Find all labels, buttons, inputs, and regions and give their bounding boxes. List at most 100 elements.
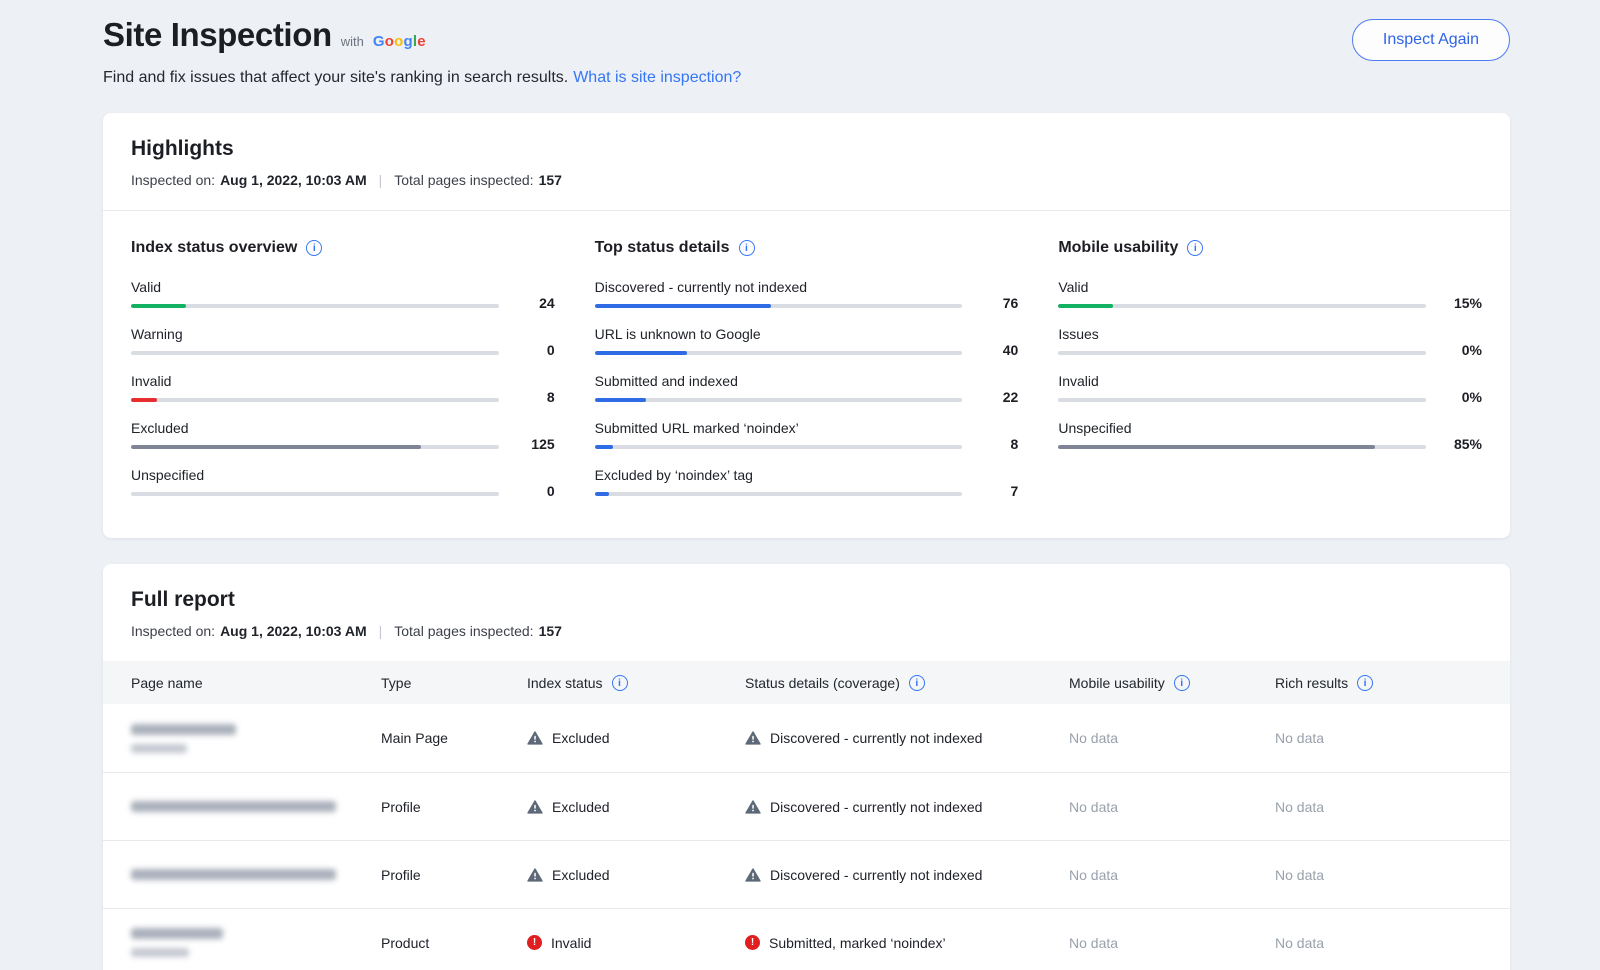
rich-results-cell: No data [1275, 935, 1482, 951]
error-icon [527, 935, 542, 950]
highlights-head: Highlights Inspected on: Aug 1, 2022, 10… [103, 113, 1510, 211]
subtitle-text: Find and fix issues that affect your sit… [103, 69, 568, 86]
warning-icon [745, 867, 761, 883]
progress-bar [131, 492, 499, 496]
site-inspection-page: Site Inspection with Google Find and fix… [0, 0, 1600, 970]
highlights-columns: Index status overview Valid 24 Warning 0… [103, 211, 1510, 538]
warning-icon [745, 730, 761, 746]
mobile-usability-cell: No data [1069, 867, 1275, 883]
report-table-header: Page name Type Index status Status detai… [103, 661, 1510, 704]
table-row[interactable]: Main Page Excluded Discovered - currentl… [103, 704, 1510, 772]
progress-bar [1058, 398, 1426, 402]
progress-bar [131, 445, 499, 449]
progress-bar [1058, 304, 1426, 308]
top-status-details-title: Top status details [595, 239, 730, 257]
google-logo: Google [373, 33, 426, 50]
info-icon[interactable] [306, 240, 322, 256]
inspected-on-value: Aug 1, 2022, 10:03 AM [220, 623, 367, 639]
inspect-again-button[interactable]: Inspect Again [1352, 19, 1510, 61]
index-status-overview-title: Index status overview [131, 239, 297, 257]
total-pages-value: 157 [539, 623, 562, 639]
progress-bar [595, 492, 963, 496]
error-icon [745, 935, 760, 950]
info-icon[interactable] [909, 675, 925, 691]
rich-results-cell: No data [1275, 799, 1482, 815]
highlights-card: Highlights Inspected on: Aug 1, 2022, 10… [103, 113, 1510, 538]
stat-row: URL is unknown to Google 40 [595, 326, 1019, 355]
warning-icon [527, 799, 543, 815]
full-report-title: Full report [131, 588, 1482, 612]
full-report-card: Full report Inspected on: Aug 1, 2022, 1… [103, 564, 1510, 970]
rich-results-cell: No data [1275, 730, 1482, 746]
page-type: Profile [381, 867, 527, 883]
table-row[interactable]: Product Invalid Submitted, marked ‘noind… [103, 908, 1510, 970]
stat-row: Unspecified 85% [1058, 420, 1482, 449]
page-name-redacted [131, 928, 381, 957]
mobile-usability-column: Mobile usability Valid 15% Issues 0% Inv… [1058, 239, 1482, 496]
index-status-cell: Invalid [527, 935, 745, 951]
column-header-status-details: Status details (coverage) [745, 675, 1069, 691]
highlights-meta: Inspected on: Aug 1, 2022, 10:03 AM | To… [131, 172, 1482, 188]
index-status-cell: Excluded [527, 730, 745, 746]
info-icon[interactable] [1357, 675, 1373, 691]
column-header-mobile-usability: Mobile usability [1069, 675, 1275, 691]
progress-bar [595, 351, 963, 355]
column-header-type: Type [381, 675, 527, 691]
total-pages-label: Total pages inspected: [394, 623, 533, 639]
page-type: Profile [381, 799, 527, 815]
inspected-on-label: Inspected on: [131, 623, 215, 639]
highlights-title: Highlights [131, 137, 1482, 161]
stat-row: Warning 0 [131, 326, 555, 355]
total-pages-value: 157 [539, 172, 562, 188]
index-status-cell: Excluded [527, 799, 745, 815]
warning-icon [527, 867, 543, 883]
stat-row: Excluded 125 [131, 420, 555, 449]
mobile-usability-cell: No data [1069, 935, 1275, 951]
mobile-usability-title: Mobile usability [1058, 239, 1178, 257]
meta-separator: | [367, 172, 395, 188]
index-status-overview-column: Index status overview Valid 24 Warning 0… [131, 239, 555, 496]
progress-bar [595, 445, 963, 449]
with-label: with [341, 34, 364, 49]
progress-bar [595, 398, 963, 402]
info-icon[interactable] [612, 675, 628, 691]
inspected-on-value: Aug 1, 2022, 10:03 AM [220, 172, 367, 188]
stat-row: Valid 15% [1058, 279, 1482, 308]
info-icon[interactable] [739, 240, 755, 256]
table-row[interactable]: Profile Excluded Discovered - currently … [103, 840, 1510, 908]
page-name-redacted [131, 869, 381, 880]
warning-icon [527, 730, 543, 746]
page-name-redacted [131, 724, 381, 753]
progress-bar [131, 398, 499, 402]
meta-separator: | [367, 623, 395, 639]
index-status-cell: Excluded [527, 867, 745, 883]
progress-bar [131, 351, 499, 355]
top-status-details-column: Top status details Discovered - currentl… [595, 239, 1019, 496]
stat-row: Discovered - currently not indexed 76 [595, 279, 1019, 308]
status-details-cell: Discovered - currently not indexed [745, 867, 1069, 883]
page-name-redacted [131, 801, 381, 812]
stat-row: Unspecified 0 [131, 467, 555, 496]
stat-row: Valid 24 [131, 279, 555, 308]
stat-row: Invalid 8 [131, 373, 555, 402]
stat-row: Excluded by ‘noindex’ tag 7 [595, 467, 1019, 496]
stat-row: Invalid 0% [1058, 373, 1482, 402]
info-icon[interactable] [1187, 240, 1203, 256]
title-block: Site Inspection with Google Find and fix… [103, 16, 741, 87]
inspected-on-label: Inspected on: [131, 172, 215, 188]
status-details-cell: Submitted, marked ‘noindex’ [745, 935, 1069, 951]
stat-row: Issues 0% [1058, 326, 1482, 355]
warning-icon [745, 799, 761, 815]
what-is-site-inspection-link[interactable]: What is site inspection? [573, 69, 741, 86]
page-subtitle: Find and fix issues that affect your sit… [103, 69, 741, 87]
column-header-index-status: Index status [527, 675, 745, 691]
progress-bar [1058, 351, 1426, 355]
stat-row: Submitted URL marked ‘noindex’ 8 [595, 420, 1019, 449]
table-row[interactable]: Profile Excluded Discovered - currently … [103, 772, 1510, 840]
rich-results-cell: No data [1275, 867, 1482, 883]
status-details-cell: Discovered - currently not indexed [745, 799, 1069, 815]
info-icon[interactable] [1174, 675, 1190, 691]
progress-bar [1058, 445, 1426, 449]
mobile-usability-cell: No data [1069, 730, 1275, 746]
page-title: Site Inspection [103, 16, 332, 54]
